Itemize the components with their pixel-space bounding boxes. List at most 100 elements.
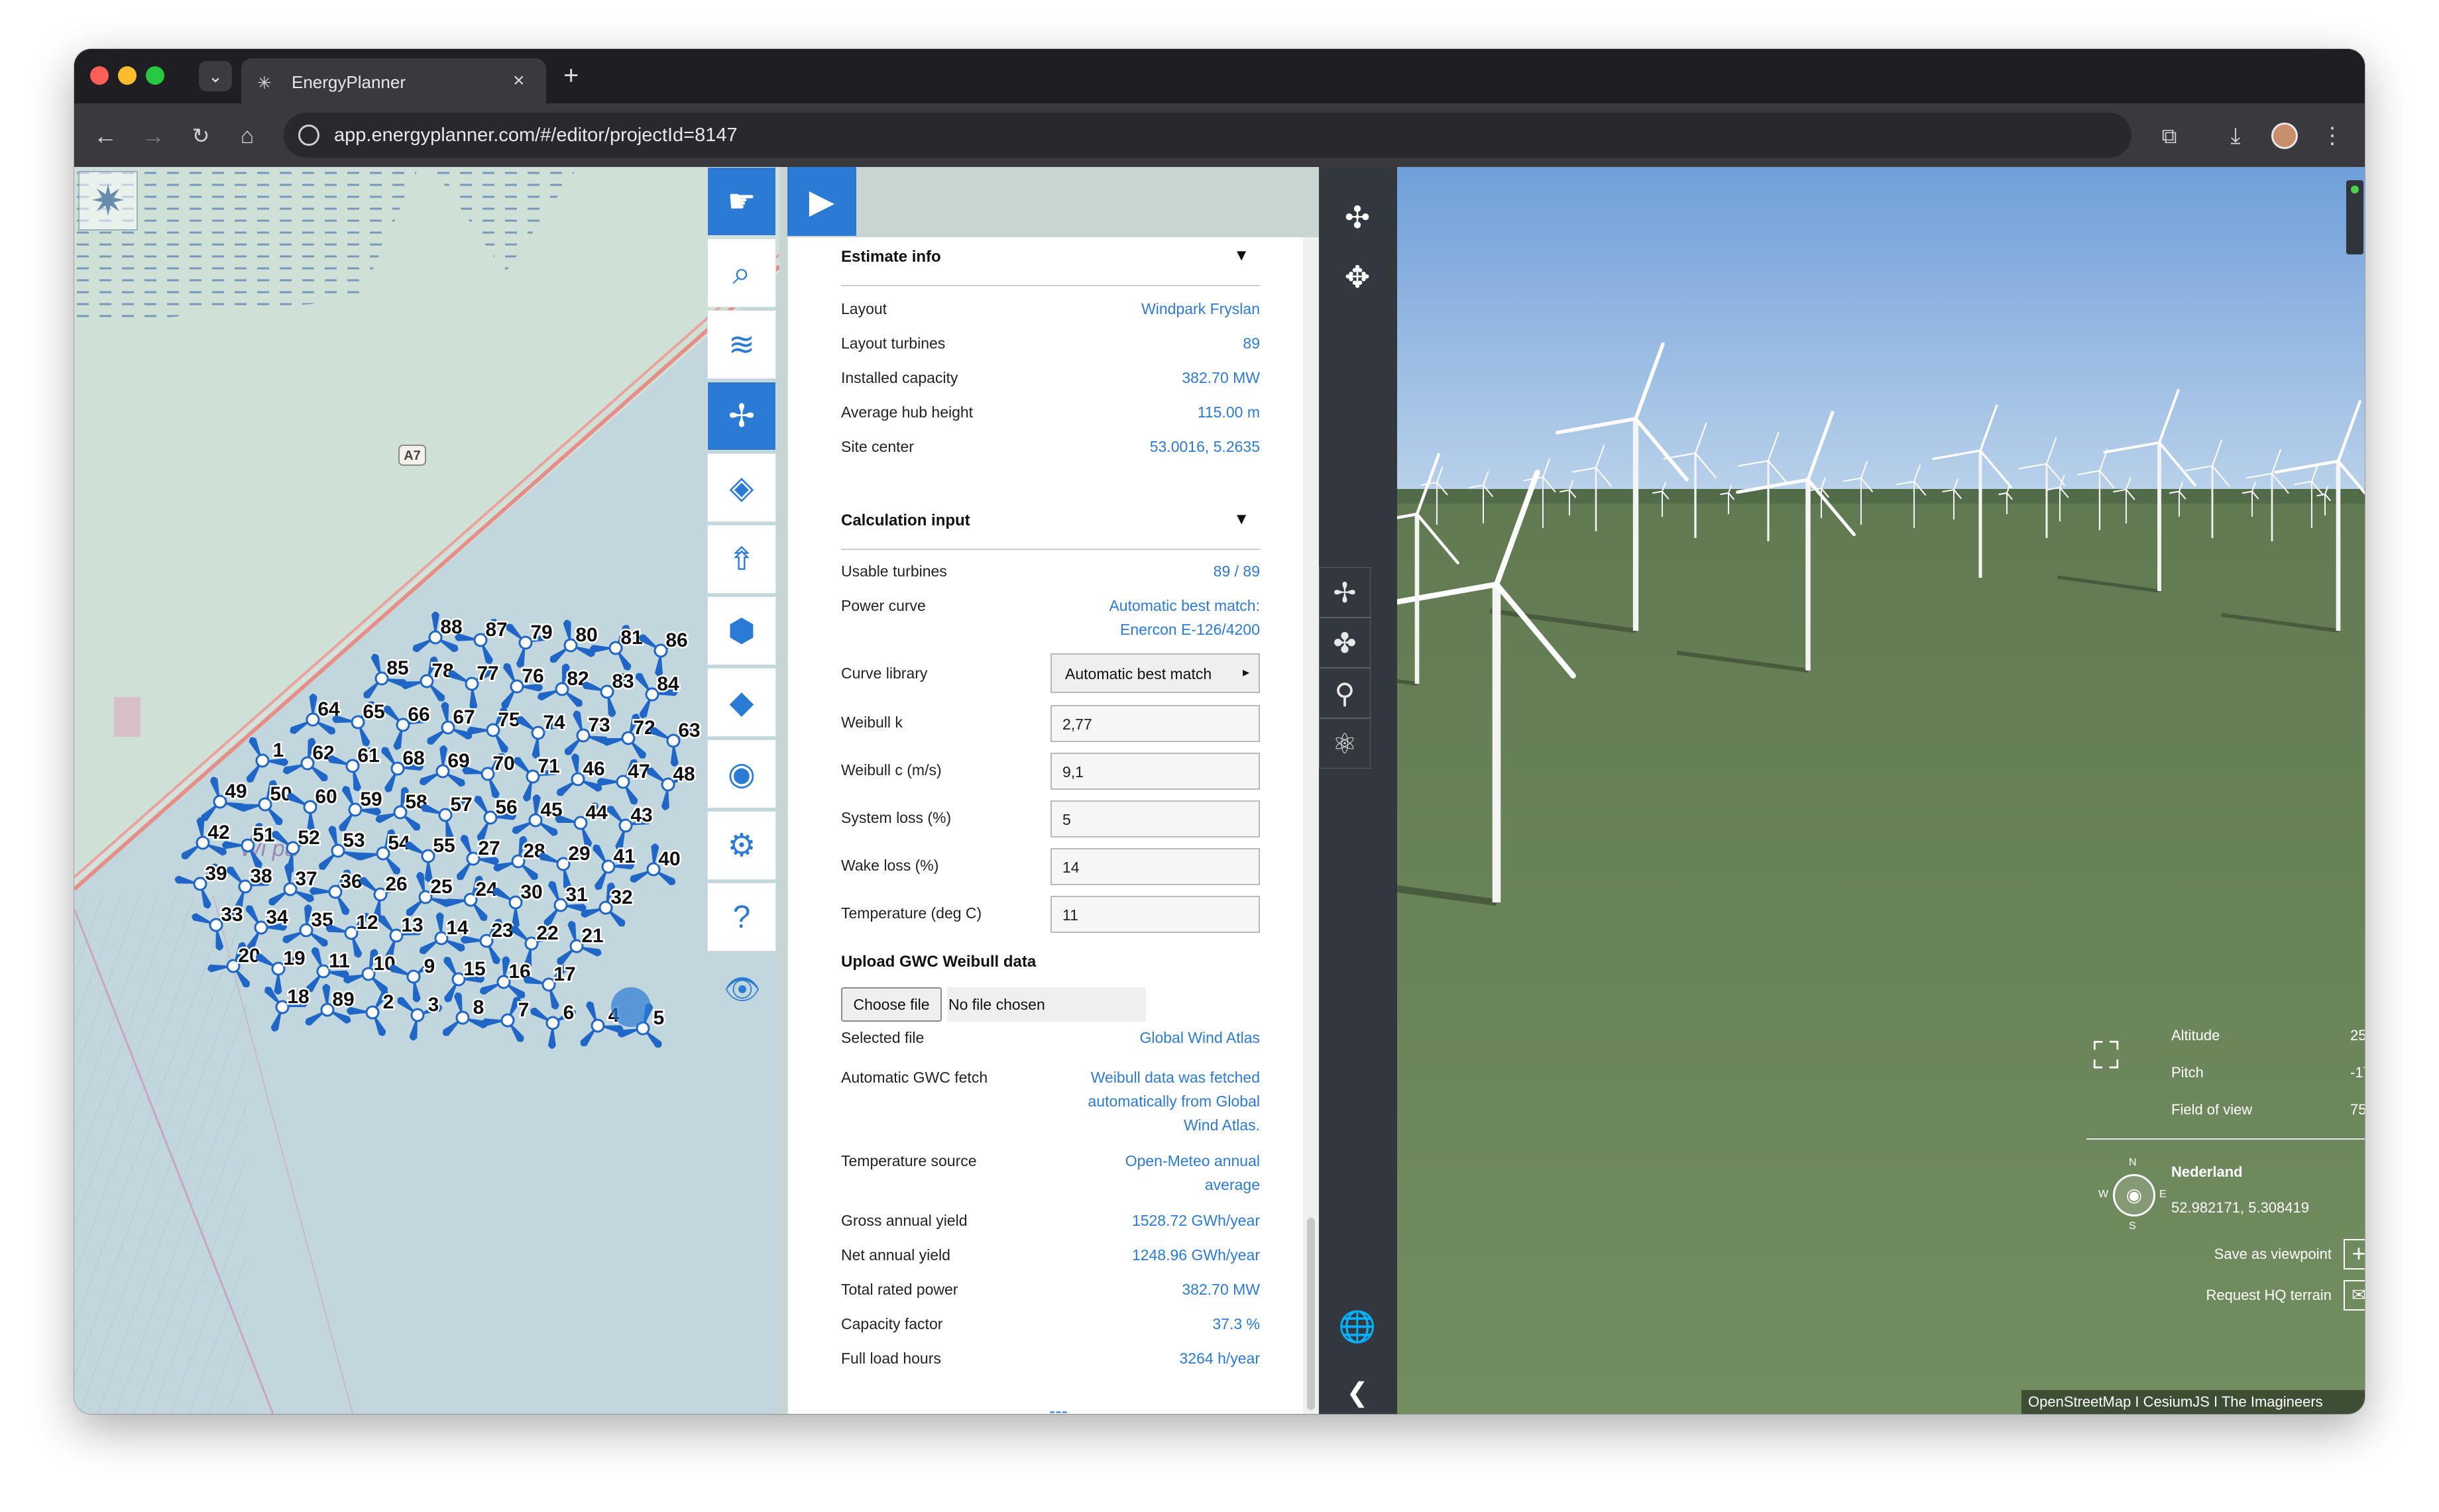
row-value[interactable]: 115.00 m bbox=[1198, 400, 1260, 424]
coordinates: 52.982171, 5.308419 bbox=[2171, 1199, 2309, 1216]
chevron-down-icon[interactable]: ▼ bbox=[1233, 510, 1249, 529]
turbine-label: 65 bbox=[363, 701, 384, 723]
turbine-label: 83 bbox=[612, 671, 634, 692]
turbine-view-icon[interactable]: ✢ bbox=[1319, 567, 1371, 618]
chevron-down-icon[interactable]: ▼ bbox=[1233, 246, 1249, 265]
tab-close-icon[interactable]: × bbox=[513, 70, 525, 91]
row-value[interactable]: 382.70 MW bbox=[1182, 1277, 1260, 1301]
row-value[interactable]: Windpark Fryslan bbox=[1141, 297, 1260, 321]
row-value[interactable]: 89 bbox=[1243, 331, 1260, 355]
temperature-input[interactable]: 11 bbox=[1050, 896, 1260, 933]
reload-icon[interactable]: ↻ bbox=[184, 119, 217, 152]
profile-avatar[interactable] bbox=[2268, 119, 2301, 152]
compass-icon[interactable]: ◉ N E S W bbox=[2093, 1157, 2167, 1232]
new-tab-button[interactable]: + bbox=[563, 62, 579, 89]
maximize-window-button[interactable] bbox=[146, 66, 164, 85]
eye-icon[interactable]: 👁 bbox=[722, 975, 763, 1004]
turbine-label: 46 bbox=[583, 758, 604, 780]
request-terrain-label[interactable]: Request HQ terrain bbox=[2173, 1285, 2332, 1305]
turbine-icon[interactable]: ✢ bbox=[707, 382, 776, 451]
row-value[interactable]: 1528.72 GWh/year bbox=[1132, 1209, 1260, 1232]
play-icon[interactable]: ▶ bbox=[787, 167, 856, 236]
wake-loss-input[interactable]: 14 bbox=[1050, 848, 1260, 885]
map-2d-view[interactable]: A7 Wi pa 88 87 79 80 81 86 85 78 77 76 82 83 84 64 65 6… bbox=[74, 167, 779, 1414]
mail-icon[interactable]: ✉ bbox=[2344, 1280, 2365, 1311]
turbine-label: 44 bbox=[585, 802, 608, 824]
weibull-c-input[interactable]: 9,1 bbox=[1050, 753, 1260, 790]
camera-turbine-icon[interactable]: ✣ bbox=[1332, 192, 1383, 243]
plane-layer-icon[interactable]: ◈ bbox=[707, 453, 776, 522]
info-panel: Estimate info ▼ Layout Windpark Fryslan La… bbox=[787, 237, 1369, 1414]
compass-w: W bbox=[2098, 1189, 2109, 1200]
compass-s: S bbox=[2129, 1220, 2136, 1232]
browser-tab[interactable]: ✳ EnergyPlanner × bbox=[241, 58, 546, 103]
layers-icon[interactable]: ≋ bbox=[707, 310, 776, 379]
row-value: Open-Meteo annual bbox=[1125, 1152, 1260, 1169]
row-label: Capacity factor bbox=[841, 1315, 943, 1332]
upload-title: Upload GWC Weibull data bbox=[841, 953, 1037, 971]
row-value[interactable]: 53.0016, 5.2635 bbox=[1150, 435, 1260, 459]
minimize-window-button[interactable] bbox=[118, 66, 137, 85]
search-icon[interactable]: ⌕ bbox=[707, 239, 776, 307]
turbine-label: 11 bbox=[329, 950, 350, 972]
network-icon[interactable]: ⚲ bbox=[1319, 668, 1371, 718]
row-value[interactable]: 382.70 MW bbox=[1182, 366, 1260, 390]
home-icon[interactable]: ⌂ bbox=[231, 119, 264, 152]
atom-icon[interactable]: ⚛ bbox=[1319, 718, 1371, 769]
hand-pointer-icon[interactable]: ☛ bbox=[707, 167, 776, 236]
help-icon[interactable]: ? bbox=[707, 883, 776, 951]
close-window-button[interactable] bbox=[90, 66, 109, 85]
scene-3d-view[interactable]: ⛶ Altitude 258 Pitch -17 Field of view 7… bbox=[1397, 167, 2365, 1414]
row-value[interactable]: Enercon E-126/4200 bbox=[1120, 618, 1260, 641]
row-value[interactable]: 37.3 % bbox=[1212, 1312, 1260, 1336]
turbine-label: 33 bbox=[221, 904, 243, 926]
turbine-label: 59 bbox=[360, 788, 382, 810]
row-label: Total rated power bbox=[841, 1281, 958, 1298]
turbine-label: 9 bbox=[424, 955, 435, 977]
plus-icon[interactable]: + bbox=[2344, 1239, 2365, 1269]
back-icon[interactable]: ← bbox=[89, 119, 122, 152]
row-value[interactable]: 3264 h/year bbox=[1180, 1346, 1260, 1370]
calculation-input-header[interactable]: Calculation input ▼ bbox=[841, 501, 1260, 550]
curve-library-select[interactable]: Automatic best match ▸ bbox=[1050, 653, 1260, 693]
row-label: Wake loss (%) bbox=[841, 857, 939, 874]
row-value[interactable]: Global Wind Atlas bbox=[1139, 1026, 1260, 1050]
settings-icon[interactable]: ⚙ bbox=[707, 811, 776, 880]
extensions-icon[interactable]: ⧉ bbox=[2153, 119, 2186, 152]
menu-icon[interactable]: ⋮ bbox=[2316, 119, 2349, 152]
fov-label: Field of view bbox=[2171, 1101, 2253, 1118]
turbine-select-icon[interactable]: ✤ bbox=[1319, 618, 1371, 668]
row-label: Weibull c (m/s) bbox=[841, 761, 942, 779]
more-indicator[interactable]: --- bbox=[1049, 1401, 1068, 1414]
row-value[interactable]: 1248.96 GWh/year bbox=[1132, 1243, 1260, 1267]
system-loss-input[interactable]: 5 bbox=[1050, 800, 1260, 837]
panel-scrollbar[interactable] bbox=[1303, 237, 1319, 1414]
row-label: Power curve bbox=[841, 597, 926, 614]
tab-search-button[interactable]: ⌄ bbox=[199, 61, 232, 91]
site-info-icon[interactable] bbox=[298, 125, 319, 146]
scroll-thumb[interactable] bbox=[1307, 1218, 1315, 1410]
turbine-label: 19 bbox=[283, 947, 305, 969]
stack-icon[interactable]: ◆ bbox=[707, 668, 776, 737]
url-field[interactable]: app.energyplanner.com/#/editor/projectId… bbox=[284, 113, 2131, 158]
move-icon[interactable]: ✥ bbox=[1332, 252, 1383, 302]
section-title: Estimate info bbox=[841, 248, 941, 266]
globe-icon[interactable]: 🌐 bbox=[1332, 1301, 1383, 1352]
cube-icon[interactable]: ⬢ bbox=[707, 596, 776, 665]
upload-icon[interactable]: ⇮ bbox=[707, 525, 776, 594]
collapse-icon[interactable]: ❮ bbox=[1332, 1368, 1383, 1414]
turbine-label: 8 bbox=[473, 997, 484, 1018]
forward-icon[interactable]: → bbox=[137, 119, 170, 152]
view-icon[interactable]: ◉ bbox=[707, 739, 776, 808]
attribution-credits[interactable]: OpenStreetMap I CesiumJS I The Imagineer… bbox=[2021, 1390, 2365, 1414]
choose-file-button[interactable]: Choose file bbox=[841, 987, 942, 1022]
estimate-info-header[interactable]: Estimate info ▼ bbox=[841, 237, 1260, 286]
row-value[interactable]: 89 / 89 bbox=[1214, 559, 1260, 583]
download-icon[interactable]: ⤓ bbox=[2219, 119, 2252, 152]
row-value[interactable]: Automatic best match: bbox=[1109, 594, 1260, 618]
save-viewpoint-label[interactable]: Save as viewpoint bbox=[2199, 1244, 2332, 1264]
turbine-label: 55 bbox=[433, 835, 455, 857]
weibull-k-input[interactable]: 2,77 bbox=[1050, 705, 1260, 742]
caret-right-icon: ▸ bbox=[1242, 665, 1249, 680]
app-logo[interactable]: ✷ bbox=[78, 171, 138, 231]
